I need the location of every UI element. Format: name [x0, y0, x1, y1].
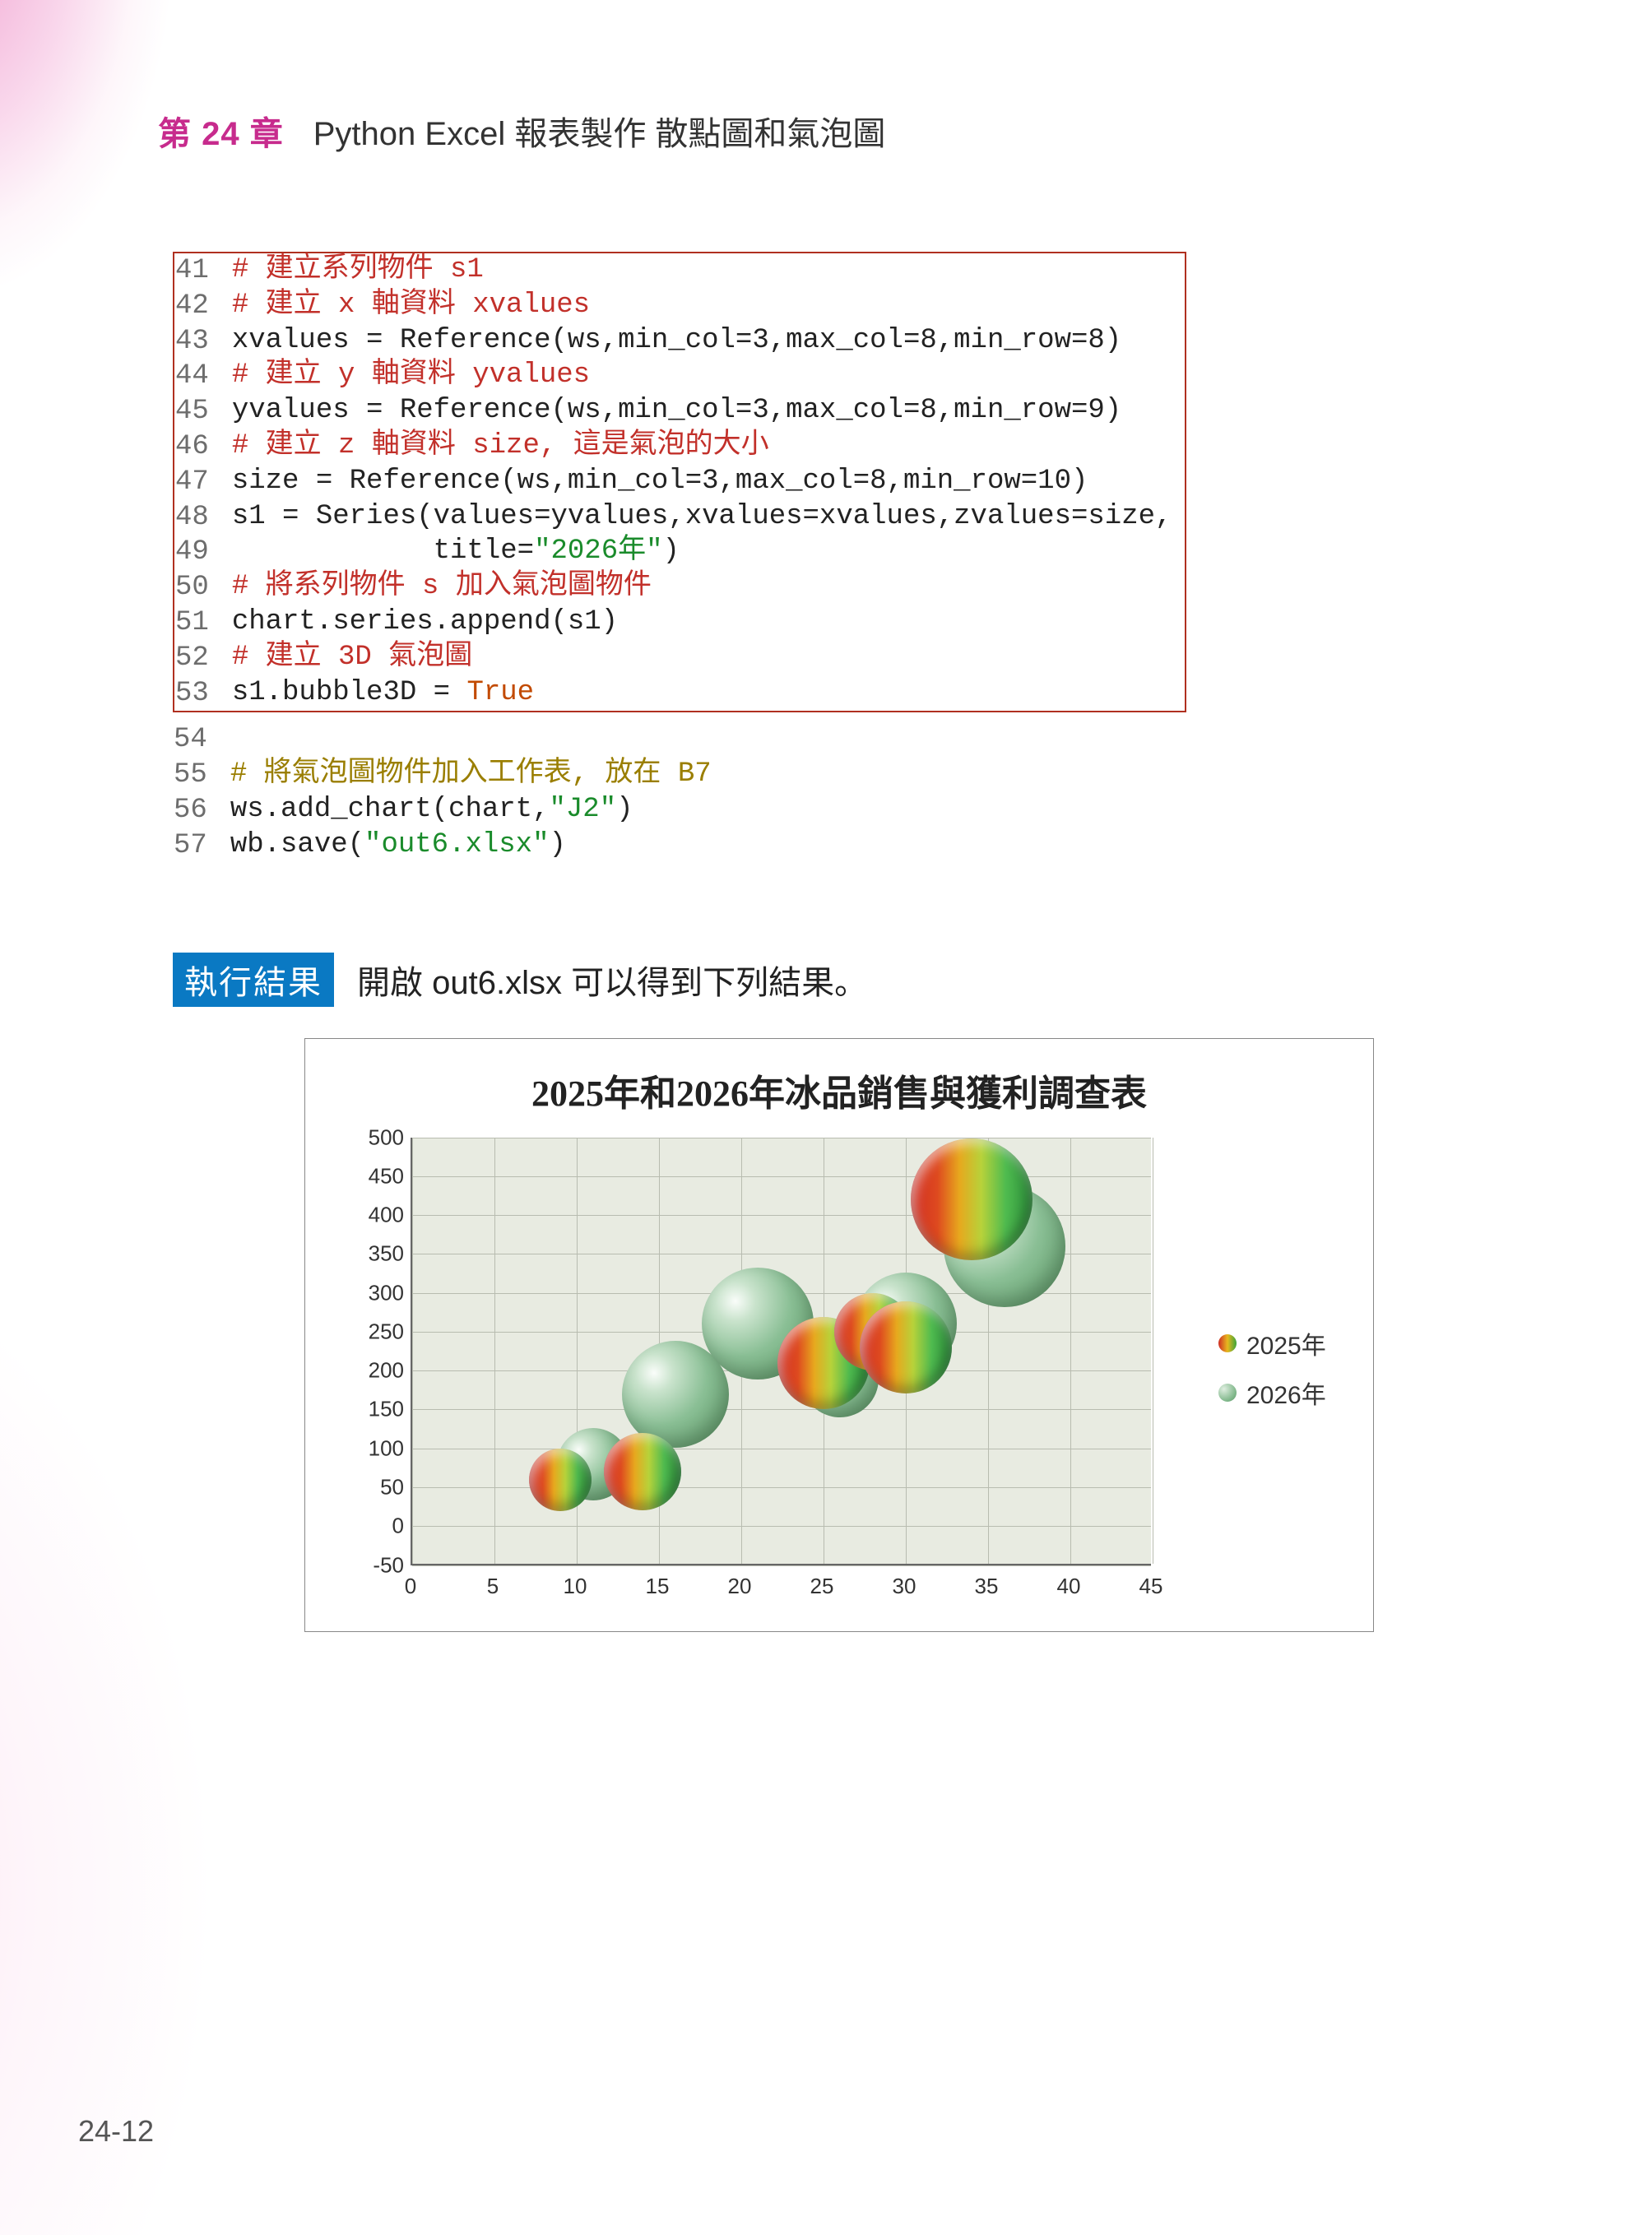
line-number: 47	[174, 465, 222, 500]
code-line: s1.bubble3D = True	[222, 676, 1186, 712]
y-tick-label: 100	[346, 1435, 404, 1461]
x-tick-label: 25	[805, 1574, 838, 1599]
bubble-chart: -500501001502002503003504004505000510152…	[346, 1129, 1186, 1607]
line-number: 41	[174, 253, 222, 289]
y-tick-label: 250	[346, 1319, 404, 1344]
x-tick-label: 15	[641, 1574, 674, 1599]
line-number: 51	[174, 605, 222, 641]
code-line: # 建立 z 軸資料 size, 這是氣泡的大小	[222, 429, 1186, 465]
y-tick-label: 500	[346, 1124, 404, 1150]
line-number: 53	[174, 676, 222, 712]
chapter-number: 第 24 章	[158, 107, 284, 155]
code-line: xvalues = Reference(ws,min_col=3,max_col…	[222, 324, 1186, 359]
code-line: chart.series.append(s1)	[222, 605, 1186, 641]
line-number: 50	[174, 570, 222, 605]
line-number: 49	[174, 535, 222, 570]
line-number: 56	[173, 793, 220, 828]
x-tick-label: 5	[476, 1574, 509, 1599]
bubble-point	[529, 1449, 592, 1511]
line-number: 46	[174, 429, 222, 465]
code-line: # 建立 x 軸資料 xvalues	[222, 289, 1186, 324]
code-line: # 將系列物件 s 加入氣泡圖物件	[222, 570, 1186, 605]
legend-label: 2025年	[1246, 1325, 1326, 1361]
y-tick-label: 300	[346, 1280, 404, 1305]
result-line: 執行結果 開啟 out6.xlsx 可以得到下列結果。	[173, 953, 1479, 1007]
legend-item: 2026年	[1218, 1375, 1326, 1411]
bubble-point	[604, 1433, 681, 1510]
x-tick-label: 20	[723, 1574, 756, 1599]
line-number: 42	[174, 289, 222, 324]
legend-marker-icon	[1218, 1384, 1237, 1402]
code-block: 5455# 將氣泡圖物件加入工作表, 放在 B756ws.add_chart(c…	[173, 722, 725, 863]
chart-legend: 2025年 2026年	[1218, 1312, 1326, 1424]
x-tick-label: 30	[888, 1574, 921, 1599]
line-number: 55	[173, 758, 220, 793]
legend-label: 2026年	[1246, 1375, 1326, 1411]
result-text: 開啟 out6.xlsx 可以得到下列結果。	[357, 956, 867, 1004]
code-line: # 建立系列物件 s1	[222, 253, 1186, 289]
y-tick-label: 50	[346, 1475, 404, 1500]
x-tick-label: 45	[1135, 1574, 1167, 1599]
bubble-point	[860, 1301, 952, 1393]
legend-marker-icon	[1218, 1334, 1237, 1352]
code-line: size = Reference(ws,min_col=3,max_col=8,…	[222, 465, 1186, 500]
line-number: 43	[174, 324, 222, 359]
code-line: # 將氣泡圖物件加入工作表, 放在 B7	[220, 758, 725, 793]
chart-title: 2025年和2026年冰品銷售與獲利調查表	[305, 1064, 1373, 1116]
chart-container: 2025年和2026年冰品銷售與獲利調查表 -50050100150200250…	[304, 1038, 1374, 1632]
line-number: 44	[174, 359, 222, 394]
code-line: s1 = Series(values=yvalues,xvalues=xvalu…	[222, 500, 1186, 536]
chapter-title: Python Excel 報表製作 散點圖和氣泡圖	[313, 107, 886, 155]
y-tick-label: 150	[346, 1397, 404, 1422]
y-tick-label: 200	[346, 1358, 404, 1384]
code-line: # 建立 3D 氣泡圖	[222, 641, 1186, 676]
line-number: 54	[173, 722, 220, 758]
line-number: 48	[174, 500, 222, 536]
page-number: 24-12	[78, 2114, 154, 2149]
y-tick-label: 350	[346, 1241, 404, 1267]
line-number: 52	[174, 641, 222, 676]
bubble-point	[911, 1138, 1032, 1260]
legend-item: 2025年	[1218, 1325, 1326, 1361]
result-badge: 執行結果	[173, 953, 334, 1007]
y-tick-label: 0	[346, 1514, 404, 1539]
x-tick-label: 10	[559, 1574, 592, 1599]
x-tick-label: 40	[1052, 1574, 1085, 1599]
line-number: 45	[174, 394, 222, 429]
code-line: wb.save("out6.xlsx")	[220, 828, 725, 864]
code-line: title="2026年")	[222, 535, 1186, 570]
code-line	[220, 722, 725, 758]
code-line: yvalues = Reference(ws,min_col=3,max_col…	[222, 394, 1186, 429]
line-number: 57	[173, 828, 220, 864]
x-tick-label: 35	[970, 1574, 1003, 1599]
y-tick-label: 400	[346, 1203, 404, 1228]
code-block-highlighted: 41# 建立系列物件 s142# 建立 x 軸資料 xvalues43xvalu…	[173, 252, 1186, 712]
y-tick-label: 450	[346, 1163, 404, 1189]
chapter-heading: 第 24 章 Python Excel 報表製作 散點圖和氣泡圖	[158, 107, 1479, 155]
code-line: ws.add_chart(chart,"J2")	[220, 793, 725, 828]
code-line: # 建立 y 軸資料 yvalues	[222, 359, 1186, 394]
x-tick-label: 0	[394, 1574, 427, 1599]
